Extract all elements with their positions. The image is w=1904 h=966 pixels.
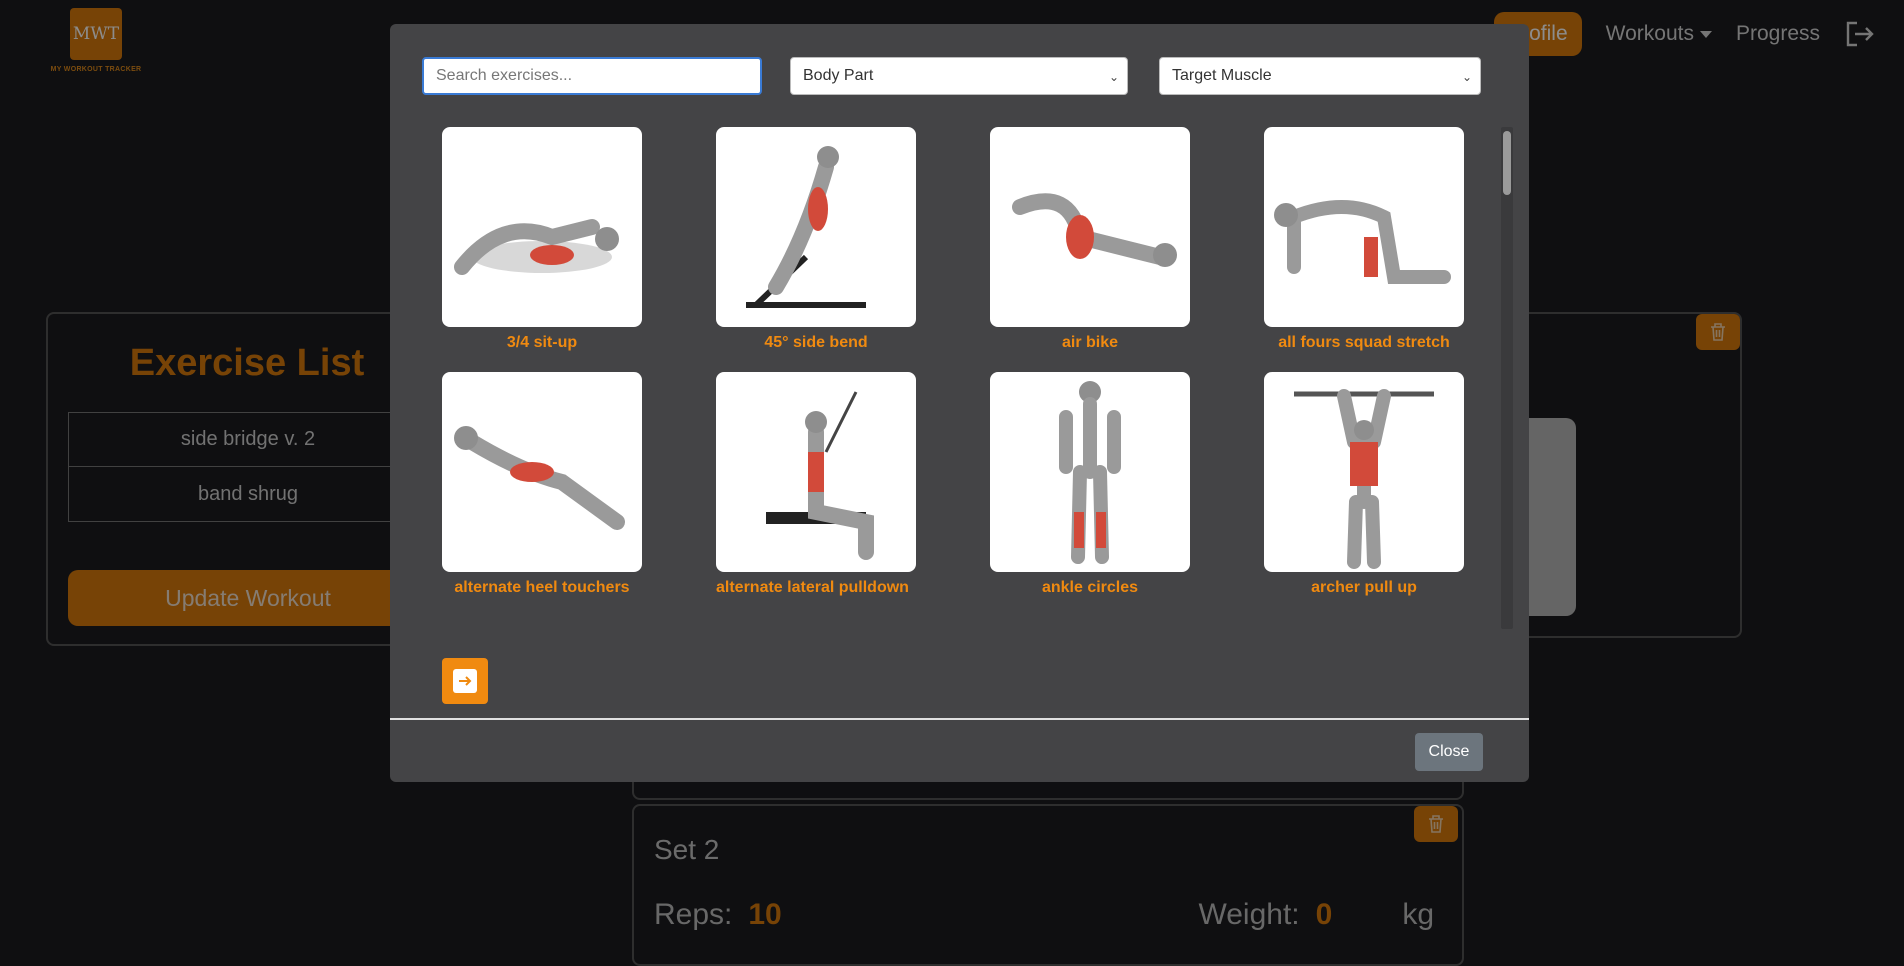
exercise-tile[interactable]: 45° side bend xyxy=(716,127,916,355)
target-muscle-select[interactable]: Target Muscle ⌄ xyxy=(1159,57,1481,95)
modal-footer-divider xyxy=(390,718,1529,720)
exercise-tile[interactable]: alternate heel touchers xyxy=(442,372,642,600)
exercise-image xyxy=(716,127,916,327)
exercise-grid: 3/4 sit-up 45° side bend air bike all fo… xyxy=(442,127,1482,596)
exercise-image xyxy=(990,127,1190,327)
exercise-name: 3/4 sit-up xyxy=(506,334,578,351)
exercise-name: 45° side bend xyxy=(764,334,868,351)
next-page-button[interactable] xyxy=(442,658,488,704)
exercise-image xyxy=(990,372,1190,572)
close-button[interactable]: Close xyxy=(1415,733,1483,771)
chevron-down-icon: ⌄ xyxy=(1461,70,1472,84)
chevron-down-icon: ⌄ xyxy=(1108,70,1119,84)
exercise-image xyxy=(442,372,642,572)
exercise-image xyxy=(716,372,916,572)
exercise-tile[interactable]: ankle circles xyxy=(990,372,1190,600)
exercise-tile[interactable]: archer pull up xyxy=(1264,372,1464,600)
exercise-name: air bike xyxy=(1061,334,1119,351)
exercise-tile[interactable]: air bike xyxy=(990,127,1190,355)
exercise-image xyxy=(442,127,642,327)
exercise-name: all fours squad stretch xyxy=(1278,334,1450,351)
exercise-tile[interactable]: all fours squad stretch xyxy=(1264,127,1464,355)
exercise-tile[interactable]: 3/4 sit-up xyxy=(442,127,642,355)
search-input[interactable] xyxy=(422,57,762,95)
body-part-select[interactable]: Body Part ⌄ xyxy=(790,57,1128,95)
target-muscle-select-value: Target Muscle xyxy=(1172,67,1272,84)
body-part-select-value: Body Part xyxy=(803,67,874,84)
exercise-name: ankle circles xyxy=(1041,579,1139,596)
exercise-image xyxy=(1264,127,1464,327)
arrow-right-icon xyxy=(459,676,472,686)
exercise-tile[interactable]: alternate lateral pulldown xyxy=(716,372,916,600)
exercise-image xyxy=(1264,372,1464,572)
exercise-name: alternate lateral pulldown xyxy=(716,579,909,596)
exercise-picker-modal: Body Part ⌄ Target Muscle ⌄ 3/4 sit-up xyxy=(390,24,1529,782)
exercise-name: archer pull up xyxy=(1311,579,1417,596)
scrollbar-thumb[interactable] xyxy=(1503,131,1511,195)
exercise-name: alternate heel touchers xyxy=(454,579,630,596)
grid-scrollbar[interactable] xyxy=(1501,127,1513,629)
